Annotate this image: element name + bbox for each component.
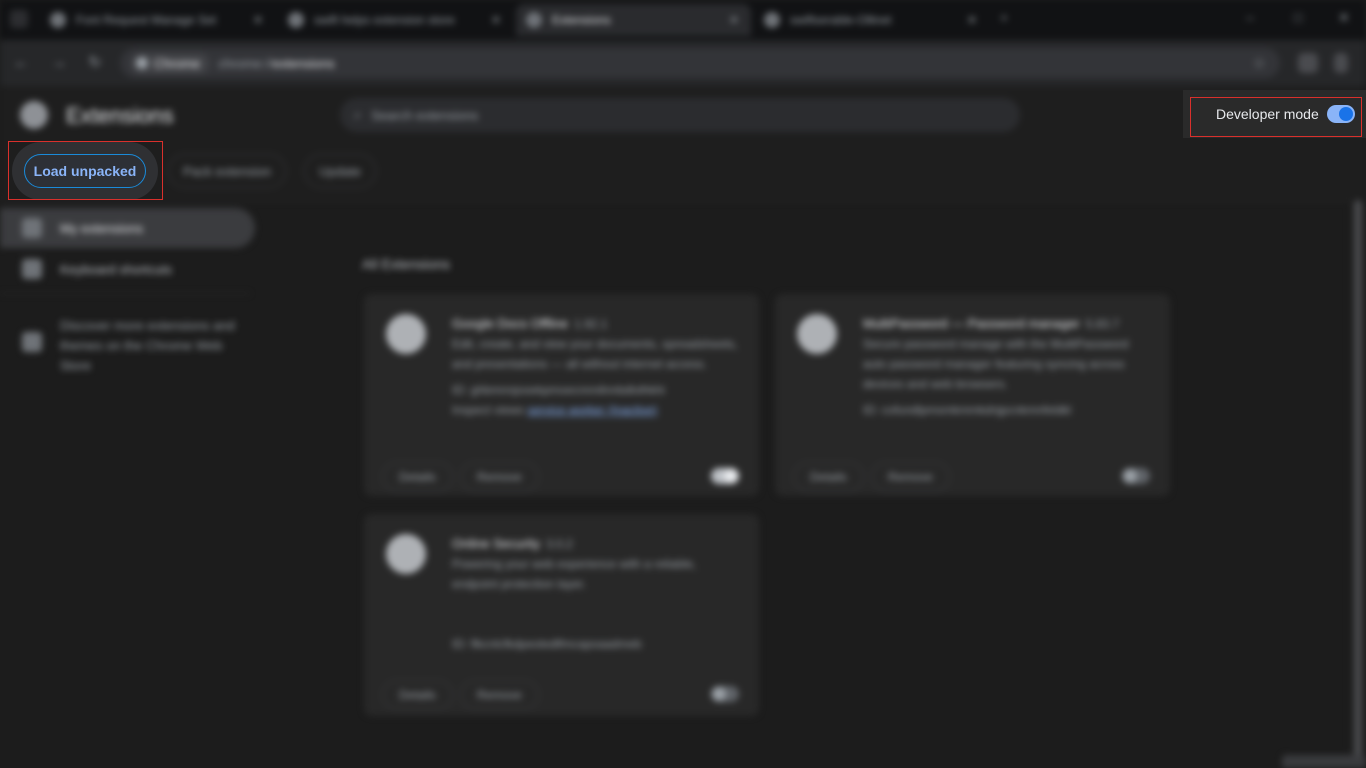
extension-name: Google Docs Offline (452, 316, 569, 331)
extension-icon (386, 534, 426, 574)
new-tab-icon[interactable]: + (996, 10, 1012, 26)
pack-extension-button[interactable]: Pack extension (168, 154, 287, 188)
maximize-icon[interactable]: □ (1290, 10, 1306, 26)
url-path: extensions (272, 55, 335, 71)
search-input[interactable]: ⌕ Search extensions (340, 98, 1020, 132)
web-store-icon (22, 332, 42, 352)
update-button[interactable]: Update (304, 154, 376, 188)
extension-name: MultiPassword — Password manager (863, 316, 1080, 331)
page-title: Extensions (66, 103, 174, 128)
section-title: All Extensions (362, 256, 450, 272)
load-unpacked-highlight (8, 141, 163, 200)
details-button[interactable]: Details (382, 462, 453, 492)
tab-close-icon[interactable]: ✕ (965, 13, 979, 27)
sidebar-item-my-extensions[interactable]: My extensions (0, 208, 255, 248)
toggle-knob (1123, 469, 1137, 483)
back-icon[interactable]: ← (10, 52, 32, 74)
url-prefix: chrome:// (218, 55, 273, 71)
menu-icon[interactable] (1334, 53, 1348, 73)
puzzle-icon (22, 218, 42, 238)
tab-close-icon[interactable]: ✕ (727, 13, 741, 27)
extension-version: 5.83.7 (1085, 317, 1120, 331)
remove-button[interactable]: Remove (871, 462, 950, 492)
search-icon: ⌕ (354, 107, 362, 122)
tab-1[interactable]: swift helps extension store ✕ (278, 4, 513, 36)
status-corner (1282, 755, 1366, 768)
tab-favicon-icon (288, 12, 304, 28)
sidebar-item-keyboard-shortcuts[interactable]: Keyboard shortcuts (0, 249, 255, 289)
extension-card: MultiPassword — Password manager 5.83.7 S… (775, 294, 1170, 496)
tab-2[interactable]: Extensions ✕ (516, 4, 751, 36)
extension-id: ID: ghbmnnjooekpmoecnnnilnnbdlolhkhi (452, 383, 665, 397)
toggle-knob (724, 469, 738, 483)
inspect-label: Inspect views (452, 403, 525, 417)
extension-enable-toggle[interactable] (711, 686, 739, 702)
tab-title: swiftserable-Ollinet (790, 13, 892, 27)
sidebar-item-label: My extensions (60, 220, 144, 236)
web-store-link[interactable]: Discover more extensions and themes on t… (22, 316, 252, 376)
profile-icon[interactable] (1298, 53, 1318, 73)
remove-button[interactable]: Remove (460, 462, 539, 492)
sidebar-divider (0, 293, 250, 294)
close-window-icon[interactable]: ✕ (1336, 10, 1352, 26)
tab-0[interactable]: Font Request Manage Set ✕ (40, 4, 275, 36)
developer-mode-highlight (1190, 97, 1362, 137)
extension-description: Powering your web experience with a reli… (452, 557, 697, 591)
extension-enable-toggle[interactable] (1122, 468, 1150, 484)
page-header: Extensions ⌕ Search extensions (0, 86, 1366, 146)
tab-search-icon[interactable] (10, 10, 28, 28)
tab-favicon-icon (526, 12, 542, 28)
url-text: chrome://extensions (218, 56, 334, 71)
extension-id: ID: cofundlpmsmkmmkdnjpcnkmnfeldkl (863, 403, 1072, 417)
site-chip-label: Chrome (154, 55, 201, 71)
tab-favicon-icon (50, 12, 66, 28)
extensions-logo-icon (20, 101, 48, 129)
browser-toolbar: ← → ↻ Chrome chrome://extensions ☆ (0, 40, 1366, 86)
extension-info: Google Docs Offline 1.92.1 Edit, create, … (452, 314, 742, 420)
scrollbar-thumb[interactable] (1354, 200, 1362, 760)
tab-favicon-icon (764, 12, 780, 28)
remove-button[interactable]: Remove (460, 680, 539, 710)
extension-card: Google Docs Offline 1.92.1 Edit, create, … (364, 294, 759, 496)
toggle-knob (712, 687, 726, 701)
extension-description: Secure password manage with the MultiPas… (863, 337, 1129, 391)
details-button[interactable]: Details (382, 680, 453, 710)
tab-3[interactable]: swiftserable-Ollinet ✕ (754, 4, 989, 36)
tab-title: Font Request Manage Set (76, 13, 217, 27)
tab-title: Extensions (552, 13, 611, 27)
extension-icon (797, 314, 837, 354)
extension-description: Edit, create, and view your documents, s… (452, 337, 738, 371)
details-button[interactable]: Details (793, 462, 864, 492)
extension-info: MultiPassword — Password manager 5.83.7 S… (863, 314, 1153, 420)
sidebar-item-label: Keyboard shortcuts (60, 261, 173, 277)
bookmark-star-icon[interactable]: ☆ (1253, 54, 1266, 72)
chrome-icon (136, 57, 148, 69)
reload-icon[interactable]: ↻ (84, 52, 106, 74)
scrollbar[interactable] (1350, 200, 1366, 768)
tab-title: swift helps extension store (314, 13, 455, 27)
tab-close-icon[interactable]: ✕ (251, 13, 265, 27)
extension-id: ID: flkcnlcfkdpeoledlfmcapoaadmeb (452, 637, 642, 651)
forward-icon[interactable]: → (48, 52, 70, 74)
extension-enable-toggle[interactable] (711, 468, 739, 484)
extension-icon (386, 314, 426, 354)
extension-card: Online Security 3.0.2 Powering your web e… (364, 514, 759, 716)
extension-version: 1.92.1 (574, 317, 608, 331)
extension-version: 3.0.2 (546, 537, 573, 551)
extension-info: Online Security 3.0.2 Powering your web e… (452, 534, 742, 654)
extension-name: Online Security (452, 536, 541, 551)
search-placeholder: Search extensions (371, 107, 479, 123)
tab-close-icon[interactable]: ✕ (489, 13, 503, 27)
site-chip[interactable]: Chrome (130, 52, 211, 74)
address-bar[interactable]: Chrome chrome://extensions ☆ (120, 48, 1280, 78)
keyboard-icon (22, 259, 42, 279)
service-worker-link[interactable]: service worker (Inactive) (527, 403, 657, 417)
inspect-views: Inspect views service worker (Inactive) (452, 400, 742, 420)
tab-strip: Font Request Manage Set ✕ swift helps ex… (0, 0, 1366, 40)
web-store-text: Discover more extensions and themes on t… (60, 318, 235, 373)
minimize-icon[interactable]: – (1242, 10, 1258, 26)
